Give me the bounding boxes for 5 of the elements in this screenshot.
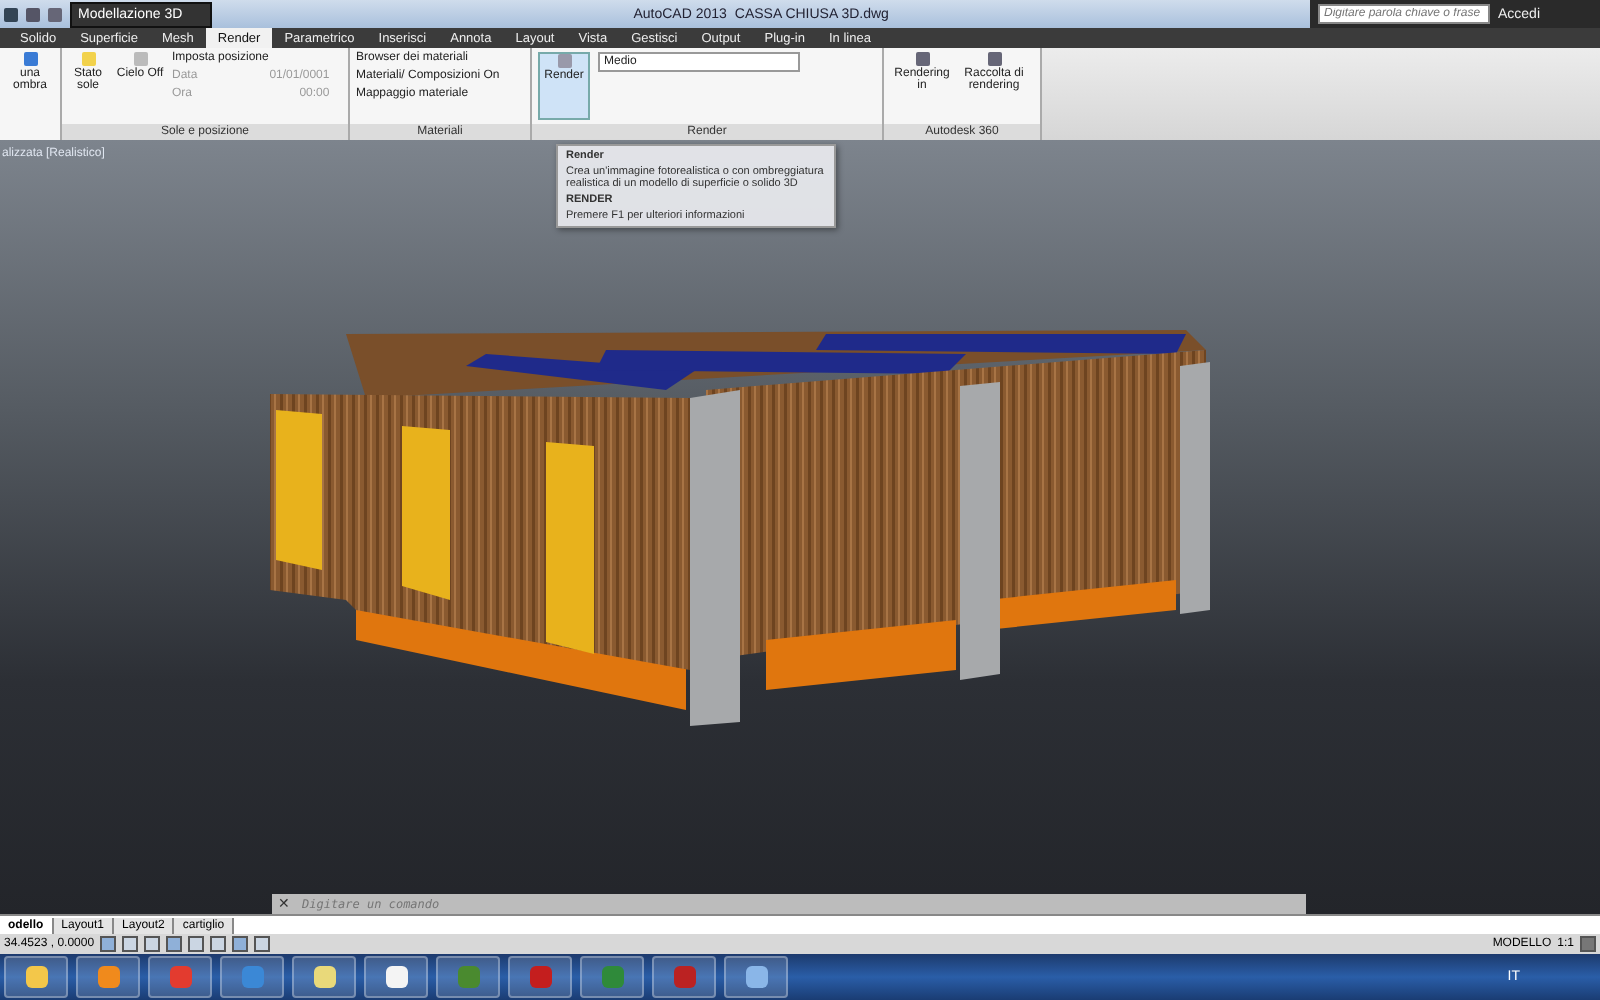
taskbar-app-icon[interactable] [364,956,428,998]
taskbar-app-icon[interactable] [292,956,356,998]
taskbar-app-icon[interactable] [76,956,140,998]
taskbar-app-icon[interactable] [4,956,68,998]
taskbar-app-icon[interactable] [724,956,788,998]
